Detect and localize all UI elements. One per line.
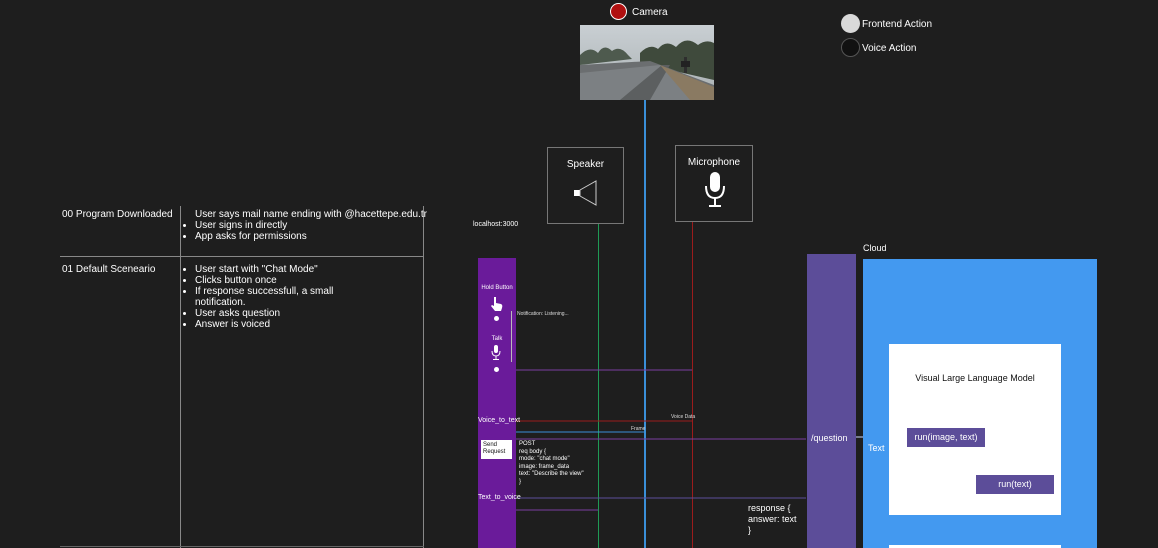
post-request-body: POST req body { mode: "chat mode" image:… [519, 441, 584, 486]
post-line: } [519, 478, 522, 485]
response-line: } [748, 525, 752, 535]
post-line: text: "Describe the view" [519, 471, 584, 477]
send-request-button[interactable]: Send Request [481, 440, 512, 459]
voice-data-label: Voice Data [671, 414, 696, 420]
post-line: image: frame_data [519, 463, 570, 470]
post-line: mode: "chat mode" [519, 456, 570, 462]
run-text-label: run(text) [998, 479, 1032, 489]
text-label: Text [868, 443, 885, 453]
response-line: response { [748, 503, 791, 513]
text-to-voice-label: Text_to_voice [478, 494, 521, 501]
server-lifeline-bar [807, 254, 856, 548]
post-line: POST [519, 441, 536, 447]
cloud-title: Cloud [863, 243, 887, 253]
voice-to-text-label: Voice_to_text [478, 417, 521, 424]
response-body: response { answer: text } [748, 503, 797, 536]
run-text-box[interactable]: run(text) [976, 475, 1054, 494]
model-title: Visual Large Language Model [915, 373, 1035, 383]
question-endpoint-label: /question [811, 433, 848, 443]
send-request-label: Send Request [483, 442, 506, 455]
response-line: answer: text [748, 514, 797, 524]
run-image-text-label: run(image, text) [914, 432, 978, 442]
frame-label: Frame [631, 426, 646, 432]
post-line: req body { [519, 448, 547, 455]
run-image-text-box[interactable]: run(image, text) [907, 428, 985, 447]
